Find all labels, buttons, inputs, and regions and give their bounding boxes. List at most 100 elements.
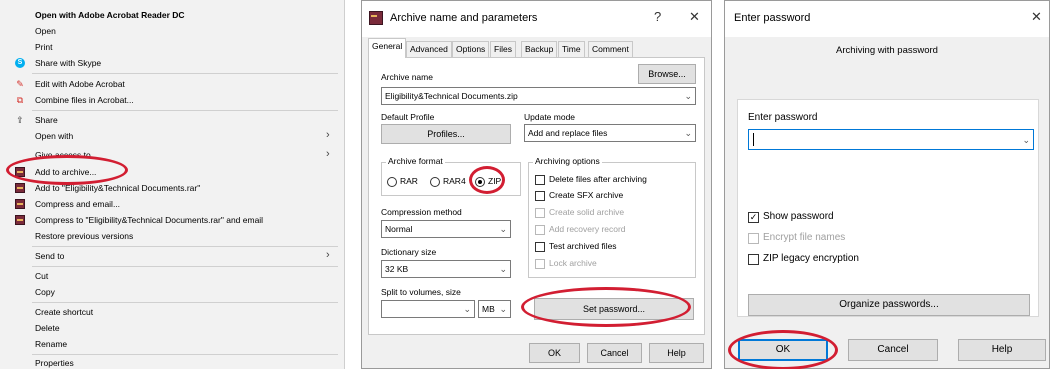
close-button[interactable]: ✕ <box>689 9 700 25</box>
help-button[interactable]: Help <box>958 339 1046 361</box>
winrar-icon <box>15 199 25 209</box>
menu-item-cut[interactable]: Cut <box>0 269 345 283</box>
checkbox-show-password[interactable]: ✓ <box>748 212 759 223</box>
chevron-down-icon: ⌄ <box>684 91 692 101</box>
help-button-bottom[interactable]: Help <box>649 343 704 363</box>
tab-options[interactable]: Options <box>452 41 490 57</box>
cancel-button[interactable]: Cancel <box>587 343 642 363</box>
winrar-icon <box>15 167 25 177</box>
radio-rar4[interactable] <box>430 177 440 187</box>
checkbox-zip-legacy-label: ZIP legacy encryption <box>763 253 859 264</box>
menu-item-label: Rename <box>35 339 68 349</box>
menu-item-properties[interactable]: Properties <box>0 356 345 369</box>
dialog-title: Enter password <box>734 12 811 24</box>
chevron-down-icon: ⌄ <box>1022 135 1030 145</box>
tab-advanced[interactable]: Advanced <box>406 41 452 57</box>
tab-general[interactable]: General <box>368 38 407 58</box>
menu-item-open-with-acrobat[interactable]: Open with Adobe Acrobat Reader DC <box>0 8 345 22</box>
split-volumes-label: Split to volumes, size <box>381 287 461 297</box>
menu-item-open-with[interactable]: Open with › <box>0 129 345 143</box>
checkbox-delete-after[interactable] <box>535 175 545 185</box>
menu-item-delete[interactable]: Delete <box>0 321 345 335</box>
menu-item-share[interactable]: ⇪ Share <box>0 113 345 127</box>
profiles-button[interactable]: Profiles... <box>381 124 511 144</box>
checkbox-lock-archive-label: Lock archive <box>549 258 597 268</box>
checkbox-create-solid <box>535 208 545 218</box>
skype-icon: S <box>15 58 25 68</box>
ok-button[interactable]: OK <box>529 343 580 363</box>
dictionary-size-label: Dictionary size <box>381 247 437 257</box>
menu-separator <box>32 73 338 74</box>
radio-zip-label: ZIP <box>488 176 502 186</box>
split-volumes-input[interactable]: ⌄ <box>381 300 475 318</box>
menu-item-create-shortcut[interactable]: Create shortcut <box>0 305 345 319</box>
organize-passwords-button[interactable]: Organize passwords... <box>748 294 1030 316</box>
password-panel: Enter password ⌄ ✓ Show password Encrypt… <box>737 99 1039 317</box>
split-unit-select[interactable]: MB ⌄ <box>478 300 511 318</box>
menu-item-label: Add to "Eligibility&Technical Documents.… <box>35 183 201 193</box>
menu-item-edit-with-acrobat[interactable]: ✎ Edit with Adobe Acrobat <box>0 77 345 91</box>
menu-item-restore-previous-versions[interactable]: Restore previous versions <box>0 229 345 243</box>
default-profile-label: Default Profile <box>381 112 435 122</box>
close-button[interactable]: ✕ <box>1031 9 1042 25</box>
chevron-down-icon: ⌄ <box>684 128 692 138</box>
menu-item-add-to-rar[interactable]: Add to "Eligibility&Technical Documents.… <box>0 181 345 195</box>
checkbox-test-archived[interactable] <box>535 242 545 252</box>
menu-item-compress-rar-and-email[interactable]: Compress to "Eligibility&Technical Docum… <box>0 213 345 227</box>
menu-item-label: Properties <box>35 358 74 368</box>
checkbox-create-sfx[interactable] <box>535 191 545 201</box>
menu-item-print[interactable]: Print <box>0 40 345 54</box>
chevron-down-icon: ⌄ <box>463 304 471 314</box>
title-bar: Archive name and parameters ? ✕ <box>362 1 711 37</box>
menu-item-label: Give access to <box>35 150 91 160</box>
menu-item-label: Print <box>35 42 53 52</box>
menu-item-give-access-to[interactable]: Give access to › <box>0 148 345 162</box>
submenu-arrow-icon: › <box>326 249 330 261</box>
menu-item-rename[interactable]: Rename <box>0 337 345 351</box>
menu-separator <box>32 266 338 267</box>
context-menu: Open with Adobe Acrobat Reader DC Open P… <box>0 0 345 369</box>
menu-item-send-to[interactable]: Send to › <box>0 249 345 263</box>
menu-item-add-to-archive[interactable]: Add to archive... <box>0 165 345 179</box>
help-button[interactable]: ? <box>654 9 661 24</box>
set-password-button[interactable]: Set password... <box>534 298 694 320</box>
archive-name-input[interactable]: Eligibility&Technical Documents.zip ⌄ <box>381 87 696 105</box>
checkbox-zip-legacy[interactable] <box>748 254 759 265</box>
menu-item-share-with-skype[interactable]: S Share with Skype <box>0 56 345 70</box>
browse-button[interactable]: Browse... <box>638 64 696 84</box>
menu-item-combine-in-acrobat[interactable]: ⧉ Combine files in Acrobat... <box>0 93 345 107</box>
menu-item-label: Share with Skype <box>35 58 102 68</box>
checkbox-encrypt-filenames-label: Encrypt file names <box>763 232 846 243</box>
archiving-options-label: Archiving options <box>533 156 602 166</box>
submenu-arrow-icon: › <box>326 148 330 160</box>
tab-page-general: Archive name Browse... Eligibility&Techn… <box>368 57 705 335</box>
compression-method-select[interactable]: Normal ⌄ <box>381 220 511 238</box>
radio-rar4-label: RAR4 <box>443 176 466 186</box>
tab-backup[interactable]: Backup <box>521 41 558 57</box>
menu-item-label: Restore previous versions <box>35 231 134 241</box>
menu-item-open[interactable]: Open <box>0 24 345 38</box>
update-mode-select[interactable]: Add and replace files ⌄ <box>524 124 696 142</box>
menu-item-compress-and-email[interactable]: Compress and email... <box>0 197 345 211</box>
menu-item-label: Compress and email... <box>35 199 121 209</box>
menu-item-label: Cut <box>35 271 49 281</box>
checkbox-create-sfx-label: Create SFX archive <box>549 190 624 200</box>
dialog-heading: Archiving with password <box>836 45 938 56</box>
tab-files[interactable]: Files <box>490 41 516 57</box>
cancel-button[interactable]: Cancel <box>848 339 938 361</box>
compression-method-label: Compression method <box>381 207 462 217</box>
ok-button[interactable]: OK <box>738 339 828 361</box>
password-input[interactable]: ⌄ <box>748 129 1034 150</box>
dictionary-size-select[interactable]: 32 KB ⌄ <box>381 260 511 278</box>
tab-time[interactable]: Time <box>558 41 585 57</box>
archive-format-label: Archive format <box>386 156 445 166</box>
radio-rar[interactable] <box>387 177 397 187</box>
split-unit-value: MB <box>482 304 495 314</box>
menu-item-label: Combine files in Acrobat... <box>35 95 134 105</box>
tab-comment[interactable]: Comment <box>588 41 633 57</box>
title-bar: Enter password ✕ <box>725 1 1049 37</box>
menu-item-label: Open with Adobe Acrobat Reader DC <box>35 10 185 20</box>
radio-zip[interactable] <box>475 177 485 187</box>
checkbox-test-archived-label: Test archived files <box>549 241 617 251</box>
menu-item-copy[interactable]: Copy <box>0 285 345 299</box>
